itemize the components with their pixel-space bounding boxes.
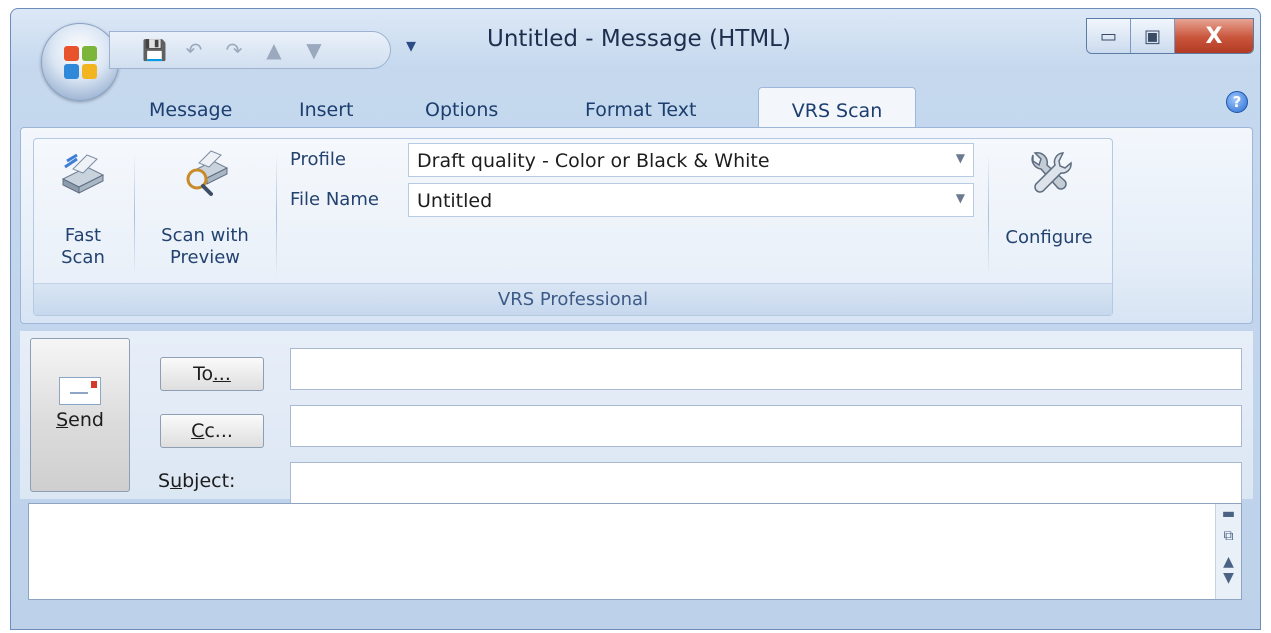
scan-preview-label-line2: Preview	[169, 247, 241, 268]
fast-scan-button[interactable]: Fast Scan	[38, 147, 128, 269]
send-button[interactable]: Send	[30, 338, 130, 492]
cc-label-mnemonic: C	[191, 420, 205, 442]
minimize-button[interactable]: ▭	[1087, 19, 1131, 53]
close-button[interactable]: X	[1175, 19, 1253, 53]
cc-field[interactable]	[290, 405, 1242, 447]
quick-access-toolbar: 💾 ↶ ↷ ▲ ▼	[109, 31, 391, 69]
chevron-down-icon[interactable]: ▼	[956, 191, 965, 205]
cc-button[interactable]: Cc...	[160, 414, 264, 448]
scroll-up-icon[interactable]: ▲	[1216, 554, 1241, 570]
customize-toolbar-icon[interactable]: ▾	[406, 33, 416, 57]
divider	[276, 153, 277, 277]
scroll-down-icon[interactable]: ▼	[1216, 570, 1241, 586]
maximize-button[interactable]: ▣	[1131, 19, 1175, 53]
tab-vrs-scan[interactable]: VRS Scan	[758, 87, 916, 129]
redo-icon[interactable]: ↷	[222, 38, 246, 62]
window-title: Untitled - Message (HTML)	[487, 26, 791, 52]
help-icon[interactable]: ?	[1226, 91, 1248, 113]
scan-preview-label-line1: Scan with	[161, 225, 249, 246]
undo-icon[interactable]: ↶	[182, 38, 206, 62]
vrs-professional-group: Fast Scan Scan with Preview Profile Draf…	[33, 138, 1113, 316]
to-button[interactable]: To...	[160, 357, 264, 391]
vertical-scrollbar[interactable]: ▬ ⧉ ▲ ▼	[1215, 504, 1241, 599]
configure-label: Configure	[1005, 227, 1093, 248]
previous-item-icon[interactable]: ▲	[262, 38, 286, 62]
subject-label: Subject:	[158, 470, 235, 492]
group-label: VRS Professional	[34, 283, 1112, 315]
configure-button[interactable]: Configure	[994, 147, 1104, 249]
subject-field[interactable]	[290, 462, 1242, 504]
fast-scan-label-line2: Scan	[61, 247, 105, 268]
to-label: To	[193, 363, 213, 385]
cc-label: c...	[204, 420, 233, 442]
profile-label: Profile	[290, 149, 346, 170]
next-item-icon[interactable]: ▼	[302, 38, 326, 62]
envelope-icon	[59, 377, 101, 405]
subject-label-mnemonic: u	[170, 470, 183, 492]
fast-scan-label-line1: Fast	[64, 225, 102, 246]
profile-dropdown[interactable]: Draft quality - Color or Black & White ▼	[408, 143, 974, 177]
message-body[interactable]: ▬ ⧉ ▲ ▼	[28, 503, 1242, 600]
chevron-down-icon[interactable]: ▼	[956, 151, 965, 165]
filename-dropdown[interactable]: Untitled ▼	[408, 183, 974, 217]
filename-value: Untitled	[417, 190, 493, 212]
to-label-mnemonic: ...	[212, 363, 231, 385]
subject-label-start: S	[158, 470, 171, 492]
profile-value: Draft quality - Color or Black & White	[417, 150, 770, 172]
send-label-mnemonic: S	[56, 409, 69, 431]
scanner-icon	[61, 153, 105, 194]
divider	[988, 153, 989, 277]
scan-with-preview-button[interactable]: Scan with Preview	[142, 147, 268, 269]
divider	[134, 153, 135, 277]
office-logo-icon	[64, 46, 98, 80]
view-toggle-icon[interactable]: ⧉	[1216, 528, 1241, 544]
to-field[interactable]	[290, 348, 1242, 390]
ribbon-panel: Fast Scan Scan with Preview Profile Draf…	[20, 127, 1253, 324]
window-controls: ▭ ▣ X	[1086, 18, 1254, 54]
send-label: end	[68, 409, 104, 431]
wrench-icon	[1031, 151, 1072, 193]
scan-preview-icon	[186, 150, 229, 196]
filename-label: File Name	[290, 189, 379, 210]
ribbon-tabs: Message Insert Options Format Text VRS S…	[11, 87, 1260, 129]
subject-label-rest: bject:	[182, 470, 236, 492]
save-icon[interactable]: 💾	[142, 38, 167, 62]
ruler-toggle-icon[interactable]: ▬	[1216, 506, 1241, 522]
